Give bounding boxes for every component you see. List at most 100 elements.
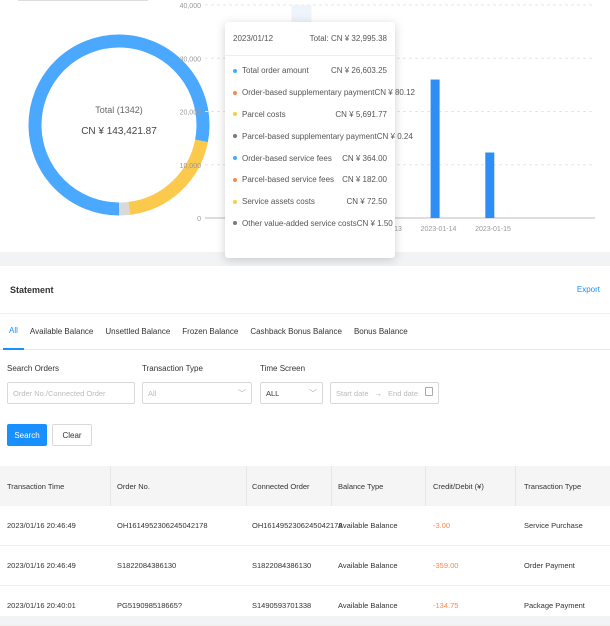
table-cell: 2023/01/16 20:46:49 <box>7 521 76 530</box>
tooltip-row-value: CN ¥ 0.24 <box>376 131 413 141</box>
table-cell: -359.00 <box>433 561 459 570</box>
y-tick-label: 40,000 <box>180 3 202 10</box>
y-tick-label: 0 <box>197 216 201 223</box>
balance-tabs: All Available Balance Unsettled Balance Fro… <box>0 314 610 350</box>
arrow-right-icon: → <box>374 388 383 398</box>
tooltip-row-label: Service assets costs <box>242 197 315 207</box>
table-cell: PG519098518665? <box>117 601 183 610</box>
tooltip-row-label: Parcel-based service fees <box>242 175 335 185</box>
time-screen-select[interactable]: ALL ﹀ <box>260 382 323 404</box>
tooltip-row-label: Total order amount <box>242 66 309 76</box>
table-row[interactable]: 2023/01/16 20:46:49 S1822084386130 S182208… <box>0 546 610 586</box>
column-header: Connected Order <box>252 481 310 491</box>
search-button[interactable]: Search <box>7 424 47 446</box>
table-cell: Available Balance <box>338 601 398 610</box>
y-tick-label: 30,000 <box>180 56 202 63</box>
legend-dot-icon <box>233 68 237 73</box>
tooltip-row-value: CN ¥ 182.00 <box>342 175 387 185</box>
tooltip-row-label: Parcel-based supplementary payment <box>242 131 377 141</box>
legend-dot-icon <box>233 112 237 117</box>
tooltip-row: Service assets costs CN ¥ 72.50 <box>225 191 395 213</box>
overview-panel: Total (1342) CN ¥ 143,421.87 0 10,000 20,0… <box>0 0 610 258</box>
tab-bonus-balance[interactable]: Bonus Balance <box>348 314 414 350</box>
tooltip-row-value: CN ¥ 5,691.77 <box>335 109 387 119</box>
tooltip-row-label: Parcel costs <box>242 109 286 119</box>
statement-title: Statement <box>10 284 54 295</box>
legend-dot-icon <box>233 221 237 226</box>
transaction-type-select[interactable]: All ﹀ <box>142 382 252 404</box>
search-orders-label: Search Orders <box>7 364 60 373</box>
table-cell: S1822084386130 <box>252 561 312 570</box>
table-cell: Service Purchase <box>524 521 583 530</box>
y-tick-label: 10,000 <box>180 163 202 170</box>
search-orders-placeholder: Order No./Connected Order <box>13 388 106 398</box>
table-cell: Available Balance <box>338 561 398 570</box>
bar-2023-01-14[interactable] <box>430 79 440 218</box>
end-date-placeholder: End date <box>388 388 419 398</box>
x-tick-label: 2023-01-14 <box>421 226 457 233</box>
tab-all[interactable]: All <box>3 314 24 350</box>
tooltip-row: Order-based service fees CN ¥ 364.00 <box>225 147 395 169</box>
column-divider <box>110 466 111 506</box>
transactions-table: Transaction Time Order No. Connected Order… <box>0 466 610 626</box>
tab-available-balance[interactable]: Available Balance <box>24 314 99 350</box>
legend-dot-icon <box>233 199 237 204</box>
table-cell: Available Balance <box>338 521 398 530</box>
table-cell: S1822084386130 <box>117 561 177 570</box>
tooltip-list: Total order amount CN ¥ 26,603.25 Order-ba… <box>225 56 415 235</box>
tooltip-row: Parcel costs CN ¥ 5,691.77 <box>225 104 395 126</box>
tab-cashback-bonus-balance[interactable]: Cashback Bonus Balance <box>244 314 348 350</box>
legend-dot-icon <box>233 90 237 95</box>
y-tick-label: 20,000 <box>180 110 202 117</box>
start-date-placeholder: Start date <box>336 388 369 398</box>
tooltip-row: Other value-added service costs CN ¥ 1.50 <box>225 213 395 235</box>
column-divider <box>515 466 516 506</box>
tooltip-row-label: Order-based supplementary payment <box>242 88 375 98</box>
time-screen-value: ALL <box>266 388 280 398</box>
date-range-picker[interactable]: Start date → End date <box>330 382 439 404</box>
table-row[interactable]: 2023/01/16 20:40:01 PG519098518665? S14905… <box>0 586 610 626</box>
export-link[interactable]: Export <box>577 285 600 294</box>
column-header: Transaction Type <box>524 481 582 491</box>
table-cell: S1490593701338 <box>252 601 312 610</box>
time-screen-label: Time Screen <box>260 364 306 373</box>
chart-tooltip: 2023/01/12 Total: CN ¥ 32,995.38 Total o… <box>225 22 415 258</box>
tooltip-row-label: Order-based service fees <box>242 153 332 163</box>
table-cell: 2023/01/16 20:46:49 <box>7 561 76 570</box>
x-tick-label: 2023-01-15 <box>475 226 511 233</box>
tooltip-total: Total: CN ¥ 32,995.38 <box>309 34 387 43</box>
calendar-icon <box>425 387 433 396</box>
tab-unsettled-balance[interactable]: Unsettled Balance <box>99 314 176 350</box>
search-orders-input[interactable]: Order No./Connected Order <box>7 382 135 404</box>
table-cell: 2023/01/16 20:40:01 <box>7 601 76 610</box>
tooltip-row-value: CN ¥ 80.12 <box>374 88 415 98</box>
table-cell: OH1614952306245042178 <box>252 521 343 530</box>
table-row[interactable]: 2023/01/16 20:46:49 OH1614952306245042178… <box>0 506 610 546</box>
tooltip-row: Order-based supplementary payment CN ¥ 80… <box>225 82 415 104</box>
divider <box>18 0 148 1</box>
bar-2023-01-15[interactable] <box>485 152 495 218</box>
column-header: Balance Type <box>338 481 384 491</box>
tooltip-row: Total order amount CN ¥ 26,603.25 <box>225 60 395 82</box>
column-divider <box>246 466 247 506</box>
column-header: Transaction Time <box>7 481 65 491</box>
transaction-type-label: Transaction Type <box>142 364 203 373</box>
legend-dot-icon <box>233 177 237 182</box>
table-body: 2023/01/16 20:46:49 OH1614952306245042178… <box>0 506 610 626</box>
tab-frozen-balance[interactable]: Frozen Balance <box>176 314 244 350</box>
chevron-down-icon: ﹀ <box>238 389 246 398</box>
column-divider <box>425 466 426 506</box>
tooltip-row-value: CN ¥ 1.50 <box>356 218 393 228</box>
column-header: Credit/Debit (¥) <box>433 481 484 491</box>
chevron-down-icon: ﹀ <box>309 389 317 398</box>
table-cell: Package Payment <box>524 601 585 610</box>
clear-button[interactable]: Clear <box>52 424 92 446</box>
tooltip-row-value: CN ¥ 364.00 <box>342 153 387 163</box>
table-cell: -3.00 <box>433 521 451 530</box>
transaction-type-value: All <box>148 388 157 398</box>
tooltip-row-value: CN ¥ 26,603.25 <box>330 66 387 76</box>
tooltip-row: Parcel-based supplementary payment CN ¥ 0… <box>225 125 413 147</box>
legend-dot-icon <box>233 156 237 161</box>
tooltip-row-label: Other value-added service costs <box>242 218 357 228</box>
legend-dot-icon <box>233 134 237 139</box>
